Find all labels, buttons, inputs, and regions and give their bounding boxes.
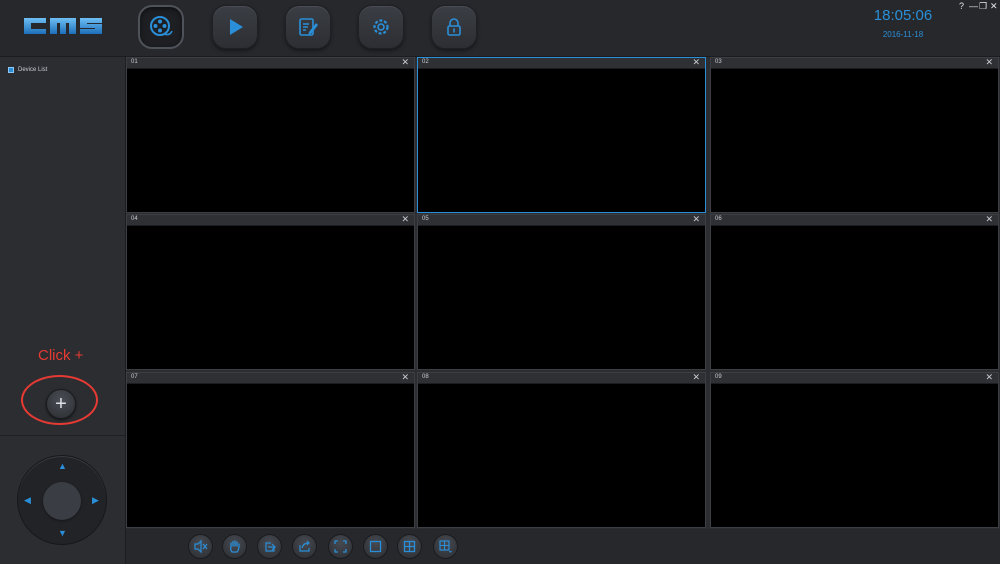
restore-button[interactable]: ❐: [979, 1, 987, 11]
close-window-button[interactable]: ✕: [990, 1, 998, 11]
close-icon[interactable]: ✕: [401, 57, 409, 68]
fullscreen-icon: [334, 540, 347, 553]
cell-number: 09: [715, 374, 722, 380]
film-reel-icon: [150, 16, 173, 36]
export-button[interactable]: [257, 534, 282, 559]
video-cell-06[interactable]: 06 ✕: [710, 214, 999, 370]
cell-header: 02 ✕: [418, 57, 705, 69]
nav-playback-button[interactable]: [212, 5, 258, 49]
video-cell-08[interactable]: 08 ✕: [417, 372, 706, 528]
cell-number: 06: [715, 216, 722, 222]
ptz-left-arrow-icon[interactable]: ◀: [24, 496, 31, 505]
close-icon[interactable]: ✕: [985, 57, 993, 68]
close-icon[interactable]: ✕: [692, 57, 700, 68]
video-cell-05[interactable]: 05 ✕: [417, 214, 706, 370]
quad-view-icon: [403, 540, 416, 553]
cell-number: 08: [422, 374, 429, 380]
video-cell-07[interactable]: 07 ✕: [126, 372, 415, 528]
lock-icon: [447, 18, 461, 36]
device-list-node[interactable]: Device List: [8, 67, 47, 73]
nav-settings-button[interactable]: [358, 5, 404, 49]
ptz-up-arrow-icon[interactable]: ▲: [58, 462, 67, 471]
cell-header: 03 ✕: [711, 57, 998, 69]
nine-view-icon: [439, 540, 452, 553]
sidebar-divider: [0, 435, 125, 436]
ptz-right-arrow-icon[interactable]: ▶: [92, 496, 99, 505]
device-list-label: Device List: [18, 67, 48, 73]
video-cell-04[interactable]: 04 ✕: [126, 214, 415, 370]
share-button[interactable]: [292, 534, 317, 559]
cell-number: 03: [715, 59, 722, 65]
single-view-icon: [369, 540, 382, 553]
cell-number: 04: [131, 216, 138, 222]
clock-date: 2016-11-18: [882, 30, 924, 39]
clock-time: 18:05:06: [873, 7, 933, 24]
cell-number: 05: [422, 216, 429, 222]
mute-button[interactable]: [188, 534, 213, 559]
nav-live-preview-button[interactable]: [138, 5, 184, 49]
cell-header: 05 ✕: [418, 214, 705, 226]
quad-view-button[interactable]: [397, 534, 422, 559]
cms-logo: [24, 18, 102, 34]
nine-view-button[interactable]: [433, 534, 458, 559]
hand-icon: [230, 540, 240, 553]
click-annotation: Click +: [38, 347, 84, 364]
video-cell-09[interactable]: 09 ✕: [710, 372, 999, 528]
video-grid: 01 ✕ 02 ✕ 03 ✕ 04 ✕ 05 ✕ 06 ✕ 07 ✕ 08 ✕ …: [126, 57, 1000, 529]
cell-number: 01: [131, 59, 138, 65]
close-icon[interactable]: ✕: [985, 214, 993, 225]
tree-expand-icon[interactable]: [8, 67, 14, 73]
cell-header: 08 ✕: [418, 372, 705, 384]
sidebar: Device List Click + + ▲ ▼ ◀ ▶: [0, 57, 126, 564]
close-icon[interactable]: ✕: [692, 372, 700, 383]
gear-icon: [373, 19, 389, 35]
single-view-button[interactable]: [363, 534, 388, 559]
close-icon[interactable]: ✕: [401, 372, 409, 383]
video-cell-01[interactable]: 01 ✕: [126, 57, 415, 213]
cell-header: 06 ✕: [711, 214, 998, 226]
close-icon[interactable]: ✕: [401, 214, 409, 225]
nav-lock-button[interactable]: [431, 5, 477, 49]
export-icon: [265, 542, 276, 552]
add-device-button[interactable]: +: [46, 389, 76, 419]
video-cell-02[interactable]: 02 ✕: [417, 57, 706, 213]
ptz-down-arrow-icon[interactable]: ▼: [58, 529, 67, 538]
cell-header: 09 ✕: [711, 372, 998, 384]
help-button[interactable]: ?: [959, 1, 964, 11]
edit-document-icon: [299, 18, 318, 36]
cell-header: 04 ✕: [127, 214, 414, 226]
ptz-control: ▲ ▼ ◀ ▶: [17, 455, 107, 545]
share-icon: [299, 540, 310, 552]
close-icon[interactable]: ✕: [985, 372, 993, 383]
cell-header: 01 ✕: [127, 57, 414, 69]
cell-header: 07 ✕: [127, 372, 414, 384]
play-icon: [230, 19, 243, 35]
cell-number: 07: [131, 374, 138, 380]
fullscreen-button[interactable]: [328, 534, 353, 559]
ptz-center-button[interactable]: [43, 482, 81, 520]
nav-log-button[interactable]: [285, 5, 331, 49]
minimize-button[interactable]: —: [969, 1, 978, 11]
close-icon[interactable]: ✕: [692, 214, 700, 225]
video-cell-03[interactable]: 03 ✕: [710, 57, 999, 213]
cell-number: 02: [422, 59, 429, 65]
hand-tool-button[interactable]: [222, 534, 247, 559]
top-bar: 18:05:06 2016-11-18 ? — ❐ ✕: [0, 0, 1000, 57]
mute-icon: [194, 539, 208, 554]
